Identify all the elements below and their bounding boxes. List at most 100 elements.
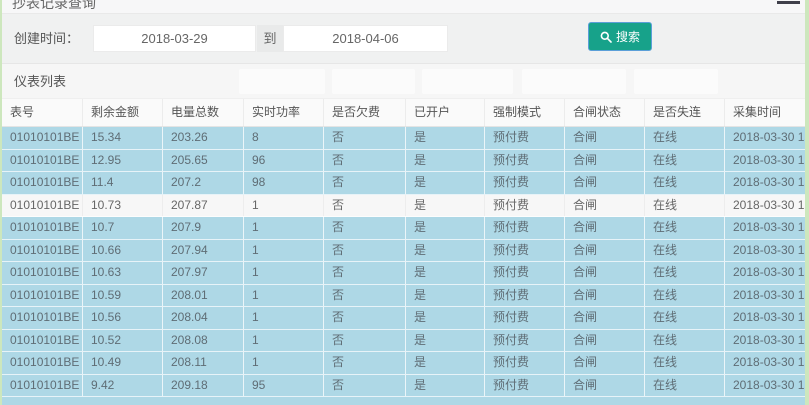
cell: 是: [406, 217, 485, 239]
column-header: 已开户: [406, 99, 485, 126]
cell: 是: [406, 195, 485, 217]
table-row[interactable]: 01010101BE10.66207.941否是预付费合闸在线2018-03-3…: [2, 240, 805, 263]
created-time-label: 创建时间：: [14, 14, 79, 64]
ghost-action-button[interactable]: [633, 68, 719, 95]
table-row[interactable]: 01010101BE10.49208.111否是预付费合闸在线2018-03-3…: [2, 352, 805, 375]
section-title: 仪表列表: [14, 64, 66, 99]
cell: 是: [406, 150, 485, 172]
ghost-action-button[interactable]: [421, 68, 514, 95]
end-date-input[interactable]: [283, 25, 448, 52]
table-row[interactable]: 01010101BE9.42209.1895否是预付费合闸在线2018-03-3…: [2, 375, 805, 398]
cell: 合闸: [565, 262, 645, 284]
table-row[interactable]: 01010101BE10.73207.871否是预付费合闸在线2018-03-3…: [2, 195, 805, 218]
section-bar: 仪表列表: [2, 64, 805, 99]
table-row[interactable]: 01010101BE10.56208.041否是预付费合闸在线2018-03-3…: [2, 307, 805, 330]
minimize-icon[interactable]: [777, 1, 800, 4]
cell: 2018-03-30 15:1: [725, 262, 805, 284]
cell: 合闸: [565, 330, 645, 352]
cell: 205.65: [163, 150, 244, 172]
cell: 10.73: [83, 195, 163, 217]
cell: 2018-03-30 15:1: [725, 217, 805, 239]
cell: 预付费: [485, 217, 565, 239]
cell: 预付费: [485, 352, 565, 374]
cell: 10.52: [83, 330, 163, 352]
cell: 合闸: [565, 150, 645, 172]
cell: 否: [324, 375, 406, 397]
page-title: 抄表记录查询: [12, 0, 96, 13]
cell: 在线: [645, 150, 725, 172]
cell: 207.94: [163, 240, 244, 262]
cell: 预付费: [485, 307, 565, 329]
table-row[interactable]: 01010101BE10.7207.91否是预付费合闸在线2018-03-30 …: [2, 217, 805, 240]
ghost-action-button[interactable]: [521, 68, 627, 95]
cell: 1: [244, 240, 324, 262]
cell: 01010101BE: [2, 217, 83, 239]
column-header: 剩余金额: [83, 99, 163, 126]
cell: 01010101BE: [2, 352, 83, 374]
cell: 207.97: [163, 262, 244, 284]
search-button[interactable]: 搜索: [588, 22, 652, 51]
cell: 否: [324, 307, 406, 329]
cell: 208.04: [163, 307, 244, 329]
start-date-input[interactable]: [93, 25, 256, 52]
cell: 合闸: [565, 352, 645, 374]
cell: 是: [406, 262, 485, 284]
cell: 208.01: [163, 285, 244, 307]
cell: 10.63: [83, 262, 163, 284]
column-header: 实时功率: [244, 99, 324, 126]
cell: 1: [244, 195, 324, 217]
cell: 在线: [645, 352, 725, 374]
cell: 在线: [645, 217, 725, 239]
cell: 01010101BE: [2, 330, 83, 352]
cell: 12.95: [83, 150, 163, 172]
cell: 合闸: [565, 172, 645, 194]
cell: 在线: [645, 127, 725, 149]
cell: 否: [324, 285, 406, 307]
column-header: 采集时间: [725, 99, 805, 126]
cell: 2018-03-30 15:1: [725, 375, 805, 397]
cell: 11.4: [83, 172, 163, 194]
cell: 在线: [645, 307, 725, 329]
table-row[interactable]: 01010101BE10.52208.081否是预付费合闸在线2018-03-3…: [2, 330, 805, 353]
table-row[interactable]: 01010101BE10.59208.011否是预付费合闸在线2018-03-3…: [2, 285, 805, 308]
cell: 2018-03-30 15:1: [725, 150, 805, 172]
cell: 合闸: [565, 217, 645, 239]
cell: 2018-03-30 15:1: [725, 127, 805, 149]
cell: 否: [324, 195, 406, 217]
cell: 209.18: [163, 375, 244, 397]
title-bar: 抄表记录查询: [2, 0, 805, 14]
cell: 10.56: [83, 307, 163, 329]
cell: 在线: [645, 330, 725, 352]
table-row[interactable]: 01010101BE15.34203.268否是预付费合闸在线2018-03-3…: [2, 127, 805, 150]
cell: 95: [244, 375, 324, 397]
partial-row: [2, 397, 805, 405]
cell: 01010101BE: [2, 172, 83, 194]
meter-query-panel: 抄表记录查询 创建时间： 到 搜索 仪表列表 表号剩余金额电量总数实时功率是否欠…: [2, 0, 805, 405]
cell: 207.87: [163, 195, 244, 217]
cell: 10.66: [83, 240, 163, 262]
cell: 在线: [645, 240, 725, 262]
ghost-action-button[interactable]: [238, 68, 326, 95]
cell: 01010101BE: [2, 240, 83, 262]
cell: 合闸: [565, 307, 645, 329]
table-header-row: 表号剩余金额电量总数实时功率是否欠费已开户强制模式合闸状态是否失连采集时间: [2, 99, 805, 127]
cell: 否: [324, 172, 406, 194]
cell: 1: [244, 330, 324, 352]
cell: 203.26: [163, 127, 244, 149]
cell: 9.42: [83, 375, 163, 397]
cell: 01010101BE: [2, 307, 83, 329]
cell: 10.7: [83, 217, 163, 239]
cell: 是: [406, 240, 485, 262]
cell: 在线: [645, 172, 725, 194]
column-header: 是否失连: [645, 99, 725, 126]
cell: 1: [244, 352, 324, 374]
cell: 1: [244, 307, 324, 329]
cell: 2018-03-30 15:1: [725, 195, 805, 217]
table-row[interactable]: 01010101BE10.63207.971否是预付费合闸在线2018-03-3…: [2, 262, 805, 285]
cell: 01010101BE: [2, 195, 83, 217]
filter-form: 创建时间： 到 搜索: [2, 14, 805, 64]
table-row[interactable]: 01010101BE11.4207.298否是预付费合闸在线2018-03-30…: [2, 172, 805, 195]
table-row[interactable]: 01010101BE12.95205.6596否是预付费合闸在线2018-03-…: [2, 150, 805, 173]
cell: 预付费: [485, 262, 565, 284]
ghost-action-button[interactable]: [331, 68, 416, 95]
